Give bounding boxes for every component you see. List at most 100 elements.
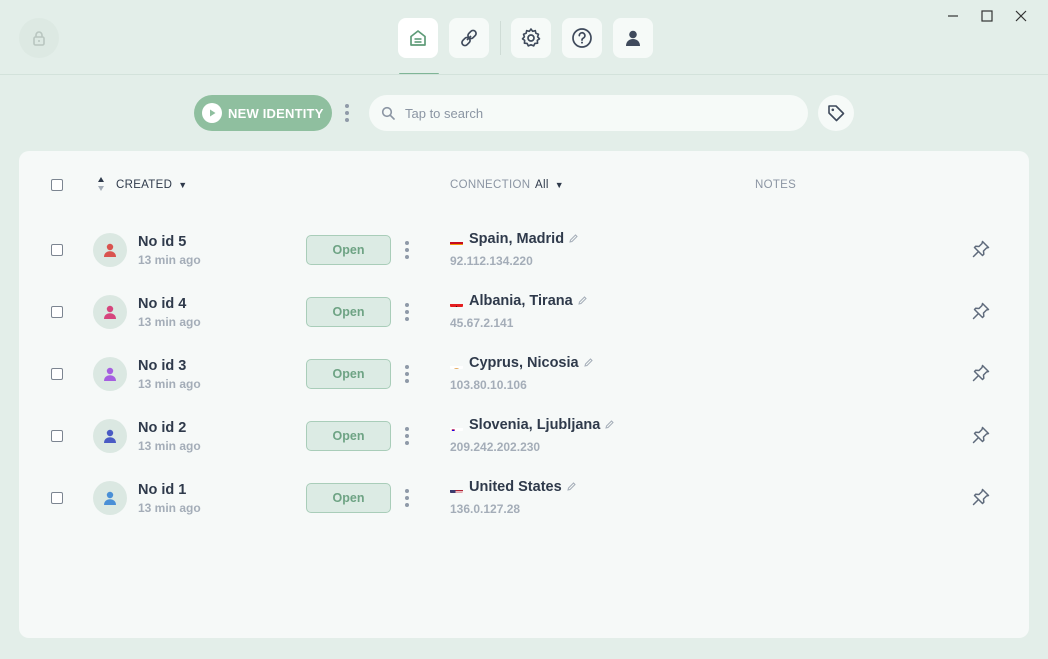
edit-pencil-icon[interactable] (578, 293, 587, 309)
user-icon (104, 491, 116, 505)
edit-pencil-icon[interactable] (566, 479, 576, 495)
row-more-button[interactable] (401, 362, 413, 386)
search-placeholder: Tap to search (405, 105, 484, 121)
identity-name[interactable]: No id 4 (138, 296, 186, 312)
minimize-button[interactable] (936, 6, 970, 26)
edit-pencil-icon[interactable] (605, 417, 615, 433)
close-button[interactable] (1004, 6, 1038, 26)
search-input[interactable]: Tap to search (369, 95, 808, 131)
row-checkbox[interactable] (51, 430, 63, 442)
nav-settings-button[interactable] (511, 18, 551, 58)
edit-pencil-icon[interactable] (583, 355, 593, 371)
ip-address: 103.80.10.106 (450, 378, 527, 392)
ip-address: 209.242.202.230 (450, 440, 541, 454)
table-row[interactable]: No id 3 13 min ago Open Cyprus, Nicosia … (19, 346, 1029, 408)
pin-button[interactable] (971, 363, 991, 387)
maximize-button[interactable] (970, 6, 1004, 26)
identity-name[interactable]: No id 3 (138, 358, 186, 374)
connection-location: Spain, Madrid (469, 231, 578, 247)
created-column-header[interactable]: CREATED ▼ (116, 179, 187, 191)
sort-toggle[interactable] (97, 175, 105, 196)
open-button[interactable]: Open (306, 297, 391, 327)
flag-icon (450, 298, 463, 307)
nav-profile-button[interactable] (613, 18, 653, 58)
location-label: Albania, Tirana (469, 293, 573, 309)
row-more-button[interactable] (401, 424, 413, 448)
lock-icon (33, 31, 45, 46)
pin-icon (972, 364, 990, 382)
tag-icon (828, 105, 845, 122)
created-time: 13 min ago (138, 253, 201, 267)
pin-icon (972, 426, 990, 444)
new-identity-button[interactable]: NEW IDENTITY (194, 95, 332, 131)
nav-home-button[interactable] (398, 18, 438, 58)
identity-name[interactable]: No id 5 (138, 234, 186, 250)
help-icon (572, 28, 592, 48)
connection-column-header: CONNECTION (450, 179, 530, 191)
row-checkbox[interactable] (51, 368, 63, 380)
window-controls (936, 6, 1038, 26)
created-time: 13 min ago (138, 439, 201, 453)
notes-header-label: NOTES (755, 179, 797, 191)
pin-icon (972, 302, 990, 320)
table-row[interactable]: No id 1 13 min ago Open United States 13… (19, 470, 1029, 532)
identity-name[interactable]: No id 2 (138, 420, 186, 436)
table-row[interactable]: No id 4 13 min ago Open Albania, Tirana … (19, 284, 1029, 346)
identity-name[interactable]: No id 1 (138, 482, 186, 498)
play-icon (202, 103, 222, 123)
home-icon (410, 30, 426, 46)
gear-icon (521, 28, 541, 47)
tags-button[interactable] (818, 95, 854, 131)
open-button[interactable]: Open (306, 359, 391, 389)
pin-button[interactable] (971, 301, 991, 325)
toolbar-more-button[interactable] (341, 101, 353, 125)
row-checkbox[interactable] (51, 492, 63, 504)
select-all-checkbox[interactable] (51, 179, 63, 191)
open-button[interactable]: Open (306, 421, 391, 451)
maximize-icon (981, 10, 993, 22)
new-identity-label: NEW IDENTITY (228, 105, 324, 121)
avatar (93, 419, 127, 453)
pin-button[interactable] (971, 425, 991, 449)
user-icon (104, 429, 116, 443)
row-more-button[interactable] (401, 300, 413, 324)
connection-location: United States (469, 479, 576, 495)
connection-filter-dropdown[interactable]: All ▼ (535, 179, 564, 191)
close-icon (1015, 10, 1027, 22)
flag-icon (450, 484, 463, 493)
row-checkbox[interactable] (51, 244, 63, 256)
avatar (93, 233, 127, 267)
location-label: Slovenia, Ljubljana (469, 417, 601, 433)
lock-button[interactable] (19, 18, 59, 58)
avatar (93, 295, 127, 329)
open-button[interactable]: Open (306, 483, 391, 513)
table-row[interactable]: No id 5 13 min ago Open Spain, Madrid 92… (19, 222, 1029, 284)
user-icon (104, 243, 116, 257)
row-more-button[interactable] (401, 238, 413, 262)
chevron-down-icon: ▼ (554, 180, 564, 190)
pin-button[interactable] (971, 487, 991, 511)
flag-icon (450, 360, 463, 369)
location-label: Spain, Madrid (469, 231, 565, 247)
nav-help-button[interactable] (562, 18, 602, 58)
table-row[interactable]: No id 2 13 min ago Open Slovenia, Ljublj… (19, 408, 1029, 470)
open-button[interactable]: Open (306, 235, 391, 265)
flag-icon (450, 422, 463, 431)
edit-pencil-icon[interactable] (569, 231, 578, 247)
created-time: 13 min ago (138, 377, 201, 391)
ip-address: 45.67.2.141 (450, 316, 514, 330)
pin-icon (972, 488, 990, 506)
pin-button[interactable] (971, 239, 991, 263)
row-checkbox[interactable] (51, 306, 63, 318)
connection-location: Slovenia, Ljubljana (469, 417, 615, 433)
connection-location: Albania, Tirana (469, 293, 587, 309)
search-icon (381, 106, 395, 120)
identities-panel: CREATED ▼ CONNECTION All ▼ NOTES No id 5 1… (19, 151, 1029, 638)
row-more-button[interactable] (401, 486, 413, 510)
nav-connections-button[interactable] (449, 18, 489, 58)
nav-separator (500, 21, 501, 55)
avatar (93, 357, 127, 391)
location-label: Cyprus, Nicosia (469, 355, 579, 371)
ip-address: 92.112.134.220 (450, 254, 533, 268)
user-icon (104, 367, 116, 381)
